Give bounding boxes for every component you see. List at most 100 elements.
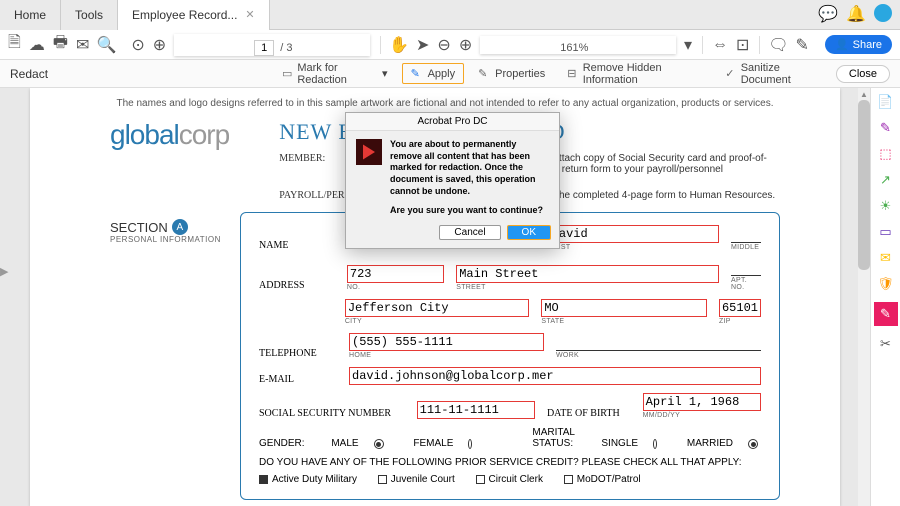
tab-tools[interactable]: Tools — [61, 0, 118, 30]
select-icon[interactable]: ➤ — [416, 36, 429, 54]
radio-single[interactable] — [653, 439, 657, 449]
field-dob[interactable]: April 1, 1968 — [643, 393, 761, 411]
radio-married[interactable] — [748, 439, 758, 449]
right-rail: 📄 ✎ ⬚ ↗ ☀ ▭ ✉ 🛡 ✎ ✂ — [870, 88, 900, 506]
chevron-down-icon[interactable]: ▾ — [684, 36, 692, 54]
page-down-icon[interactable]: ⊕ — [153, 36, 166, 54]
field-ssn[interactable]: 111-11-1111 — [417, 401, 535, 419]
field-state[interactable]: MO — [541, 299, 707, 317]
prior-service-question: DO YOU HAVE ANY OF THE FOLLOWING PRIOR S… — [259, 457, 761, 468]
radio-female[interactable] — [468, 439, 472, 449]
check-circuit[interactable]: Circuit Clerk — [476, 474, 543, 485]
main-toolbar: 🗎 ☁ 🖶 ✉ 🔍 ⊙ ⊕ / 3 ✋ ➤ ⊖ ⊕ 161% ▾ ⇔ ⊡ 🗨 ✎… — [0, 30, 900, 60]
apply-icon: ✎ — [411, 67, 424, 80]
field-city[interactable]: Jefferson City — [345, 299, 530, 317]
comment-tool-icon[interactable]: 🗨 — [770, 36, 788, 54]
tool-protect-icon[interactable]: 🛡 — [878, 276, 894, 292]
check-modot[interactable]: MoDOT/Patrol — [564, 474, 641, 485]
acrobat-icon — [356, 139, 382, 165]
fit-page-icon[interactable]: ⊡ — [736, 36, 749, 54]
confirm-dialog: Acrobat Pro DC You are about to permanen… — [345, 112, 560, 249]
search-icon[interactable]: 🔍 — [97, 36, 115, 54]
share-label: Share — [853, 39, 882, 51]
tool-fill-icon[interactable]: ▭ — [878, 224, 894, 240]
label-email: E-MAIL — [259, 374, 337, 385]
check-military[interactable]: Active Duty Military — [259, 474, 357, 485]
logo: globalcorp — [110, 119, 229, 151]
tool-edit-icon[interactable]: ✎ — [878, 120, 894, 136]
zoom-level[interactable]: 161% — [480, 36, 676, 54]
field-aptno[interactable] — [731, 259, 761, 276]
field-tel-work[interactable] — [556, 334, 761, 351]
scroll-thumb[interactable] — [858, 100, 870, 270]
close-tab-icon[interactable]: ✕ — [245, 8, 254, 21]
label-ssn: SOCIAL SECURITY NUMBER — [259, 408, 405, 419]
redact-toolbar: Redact ▭Mark for Redaction▾ ✎Apply ✎Prop… — [0, 60, 900, 88]
comment-icon[interactable]: 💬 — [818, 4, 836, 22]
zoom-in-icon[interactable]: ⊕ — [459, 36, 472, 54]
label-marital: MARITAL STATUS: — [532, 427, 574, 449]
tool-more-icon[interactable]: ✂ — [878, 336, 894, 352]
sanitize-button[interactable]: ✓Sanitize Document — [717, 59, 830, 89]
tab-document[interactable]: Employee Record... ✕ — [118, 0, 270, 30]
properties-icon: ✎ — [478, 67, 491, 80]
field-email[interactable]: david.johnson@globalcorp.mer — [349, 367, 761, 385]
tool-redact-icon[interactable]: ✎ — [874, 302, 898, 326]
check-juvenile[interactable]: Juvenile Court — [378, 474, 455, 485]
scroll-up-icon[interactable]: ▲ — [858, 88, 870, 100]
hand-icon[interactable]: ✋ — [390, 36, 408, 54]
page-up-icon[interactable]: ⊙ — [131, 36, 144, 54]
page-total: / 3 — [280, 42, 292, 54]
cancel-button[interactable]: Cancel — [439, 225, 500, 240]
print-icon[interactable]: 🖶 — [53, 36, 68, 54]
label-address: ADDRESS — [259, 280, 335, 291]
tool-send-icon[interactable]: ✉ — [878, 250, 894, 266]
dialog-question: Are you sure you want to continue? — [346, 205, 559, 221]
tool-create-pdf-icon[interactable]: 📄 — [878, 94, 894, 110]
tab-home[interactable]: Home — [0, 0, 61, 30]
field-no[interactable]: 723 — [347, 265, 444, 283]
chevron-down-icon: ▾ — [382, 67, 388, 80]
page-input[interactable] — [254, 40, 274, 56]
field-street[interactable]: Main Street — [456, 265, 719, 283]
share-icon: 👤 — [835, 38, 849, 51]
properties-button[interactable]: ✎Properties — [470, 64, 553, 83]
avatar[interactable] — [874, 4, 892, 22]
fit-width-icon[interactable]: ⇔ — [712, 36, 728, 54]
tool-comment-icon[interactable]: ☀ — [878, 198, 894, 214]
mark-icon: ▭ — [282, 67, 293, 80]
field-tel-home[interactable]: (555) 555-1111 — [349, 333, 544, 351]
form-box: NAME JohnsonLAST DavidFIRST MIDDLE ADDRE… — [240, 212, 780, 500]
remove-hidden-button[interactable]: ⊟Remove Hidden Information — [559, 59, 711, 89]
vertical-scrollbar[interactable]: ▲ — [858, 88, 870, 506]
top-right-icons: 💬 🔔 — [818, 4, 892, 22]
left-nav-arrow[interactable]: ▶ — [0, 265, 14, 278]
ok-button[interactable]: OK — [507, 225, 551, 240]
field-first[interactable]: David — [549, 225, 719, 243]
hidden-icon: ⊟ — [567, 67, 578, 80]
save-icon[interactable]: 🗎 — [8, 36, 21, 54]
close-redact-button[interactable]: Close — [836, 65, 890, 83]
tool-organize-icon[interactable]: ↗ — [878, 172, 894, 188]
field-middle[interactable] — [731, 226, 761, 243]
zoom-out-icon[interactable]: ⊖ — [437, 36, 450, 54]
tool-export-icon[interactable]: ⬚ — [878, 146, 894, 162]
cloud-icon[interactable]: ☁ — [29, 36, 45, 54]
label-name: NAME — [259, 240, 335, 251]
mail-icon[interactable]: ✉ — [76, 36, 89, 54]
sign-icon[interactable]: ✎ — [796, 36, 809, 54]
apply-button[interactable]: ✎Apply — [402, 63, 465, 84]
field-zip[interactable]: 65101 — [719, 299, 761, 317]
sanitize-icon: ✓ — [725, 67, 736, 80]
label-telephone: TELEPHONE — [259, 348, 337, 359]
redact-mode-label: Redact — [10, 67, 48, 81]
dialog-body: You are about to permanently remove all … — [390, 139, 549, 197]
bell-icon[interactable]: 🔔 — [846, 4, 864, 22]
dialog-title: Acrobat Pro DC — [346, 113, 559, 131]
radio-male[interactable] — [374, 439, 384, 449]
page-indicator: / 3 — [174, 34, 370, 56]
share-button[interactable]: 👤 Share — [825, 35, 892, 54]
mark-for-redaction-button[interactable]: ▭Mark for Redaction▾ — [274, 59, 396, 89]
label-dob: DATE OF BIRTH — [547, 408, 631, 419]
top-tabs: Home Tools Employee Record... ✕ 💬 🔔 — [0, 0, 900, 30]
